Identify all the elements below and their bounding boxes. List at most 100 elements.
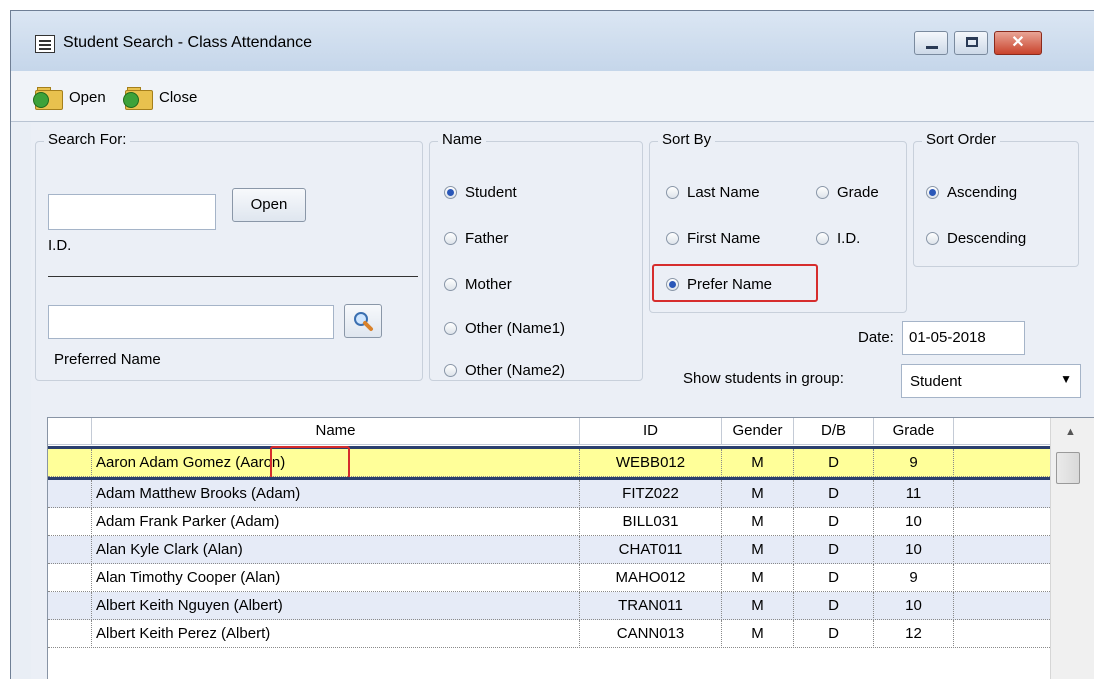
radio-selected-icon (444, 186, 457, 199)
table-row[interactable]: Albert Keith Nguyen (Albert) TRAN011 M D… (48, 592, 1050, 620)
db-cell: D (794, 620, 874, 648)
date-label: Date: (858, 329, 894, 346)
db-cell: D (794, 449, 874, 477)
radio-icon (444, 232, 457, 245)
radio-label: Student (465, 184, 517, 201)
id-cell: CHAT011 (580, 536, 722, 564)
close-icon: ✕ (1011, 34, 1025, 51)
radio-other-name1[interactable]: Other (Name1) (444, 320, 565, 337)
gender-cell: M (722, 449, 794, 477)
minimize-button[interactable] (914, 31, 948, 55)
radio-sort-id[interactable]: I.D. (816, 230, 860, 247)
radio-label: Descending (947, 230, 1027, 247)
column-header-db[interactable]: D/B (794, 418, 874, 444)
radio-mother[interactable]: Mother (444, 276, 512, 293)
id-label: I.D. (48, 237, 72, 254)
minimize-icon (926, 46, 938, 49)
date-input[interactable]: 01-05-2018 (902, 321, 1025, 355)
search-button[interactable] (344, 304, 382, 338)
table-row[interactable]: Albert Keith Perez (Albert) CANN013 M D … (48, 620, 1050, 648)
table-row[interactable]: Aaron Adam Gomez (Aaron) WEBB012 M D 9 (48, 446, 1050, 479)
grade-cell: 10 (874, 592, 954, 620)
table-row[interactable]: Adam Frank Parker (Adam) BILL031 M D 10 (48, 508, 1050, 536)
close-toolbar-button[interactable]: Close (123, 84, 197, 110)
radio-label: First Name (687, 230, 761, 247)
column-header-id[interactable]: ID (580, 418, 722, 444)
id-cell: BILL031 (580, 508, 722, 536)
name-cell: Albert Keith Perez (Albert) (92, 620, 580, 648)
row-selector[interactable] (48, 592, 92, 620)
id-cell: FITZ022 (580, 480, 722, 508)
full-name: Aaron Adam Gomez (96, 454, 236, 471)
radio-sort-first-name[interactable]: First Name (666, 230, 760, 247)
radio-student[interactable]: Student (444, 184, 517, 201)
table-row[interactable]: Adam Matthew Brooks (Adam) FITZ022 M D 1… (48, 480, 1050, 508)
title-bar[interactable]: Student Search - Class Attendance ✕ (11, 11, 1094, 71)
radio-other-name2[interactable]: Other (Name2) (444, 362, 565, 379)
grade-cell: 10 (874, 536, 954, 564)
close-folder-icon (123, 84, 153, 110)
column-header-grade[interactable]: Grade (874, 418, 954, 444)
column-header-gender[interactable]: Gender (722, 418, 794, 444)
scroll-up-arrow-icon[interactable]: ▲ (1065, 426, 1076, 438)
row-selector[interactable] (48, 564, 92, 592)
preferred-name-highlight (270, 446, 350, 479)
close-label: Close (159, 88, 198, 106)
row-selector[interactable] (48, 508, 92, 536)
radio-label: I.D. (837, 230, 861, 247)
search-panel: Search For: Open I.D. Preferred Name Nam… (31, 123, 1094, 679)
radio-icon (666, 186, 679, 199)
sort-by-group: Sort By Last Name Grade First Name I.D. … (649, 131, 907, 313)
name-cell: Adam Matthew Brooks (Adam) (92, 480, 580, 508)
grade-cell: 10 (874, 508, 954, 536)
vertical-scrollbar[interactable]: ▲ (1050, 418, 1094, 679)
row-selector[interactable] (48, 449, 92, 477)
radio-icon (926, 232, 939, 245)
grade-cell: 12 (874, 620, 954, 648)
window-title: Student Search - Class Attendance (63, 34, 313, 51)
row-selector[interactable] (48, 620, 92, 648)
radio-icon (444, 322, 457, 335)
name-cell: Adam Frank Parker (Adam) (92, 508, 580, 536)
close-window-button[interactable]: ✕ (994, 31, 1042, 55)
table-row[interactable]: Alan Kyle Clark (Alan) CHAT011 M D 10 (48, 536, 1050, 564)
radio-descending[interactable]: Descending (926, 230, 1026, 247)
name-cell: Alan Kyle Clark (Alan) (92, 536, 580, 564)
search-icon (354, 312, 373, 331)
gender-cell: M (722, 592, 794, 620)
radio-selected-icon (926, 186, 939, 199)
maximize-icon (966, 37, 978, 47)
radio-sort-last-name[interactable]: Last Name (666, 184, 760, 201)
gender-cell: M (722, 536, 794, 564)
gender-cell: M (722, 480, 794, 508)
table-row[interactable]: Alan Timothy Cooper (Alan) MAHO012 M D 9 (48, 564, 1050, 592)
open-toolbar-button[interactable]: Open (33, 84, 106, 110)
search-for-group: Search For: Open I.D. Preferred Name (35, 131, 423, 381)
student-search-window: Student Search - Class Attendance ✕ Open… (10, 10, 1094, 679)
row-selector[interactable] (48, 536, 92, 564)
row-selector[interactable] (48, 480, 92, 508)
student-results-grid: Name ID Gender D/B Grade Aaron Adam Gome… (47, 417, 1094, 679)
id-search-input[interactable] (48, 194, 216, 230)
preferred-name-input[interactable] (48, 305, 334, 339)
open-id-button[interactable]: Open (232, 188, 306, 222)
column-header-name[interactable]: Name (92, 418, 580, 444)
scroll-thumb[interactable] (1056, 452, 1080, 484)
db-cell: D (794, 592, 874, 620)
open-folder-icon (33, 84, 63, 110)
radio-sort-grade[interactable]: Grade (816, 184, 879, 201)
radio-father[interactable]: Father (444, 230, 508, 247)
group-filter-select[interactable]: Student ▼ (901, 364, 1081, 398)
id-cell: CANN013 (580, 620, 722, 648)
db-cell: D (794, 508, 874, 536)
radio-label: Other (Name2) (465, 362, 566, 379)
open-label: Open (69, 88, 106, 106)
radio-label: Ascending (947, 184, 1018, 201)
radio-ascending[interactable]: Ascending (926, 184, 1017, 201)
radio-icon (816, 232, 829, 245)
radio-icon (666, 232, 679, 245)
radio-icon (444, 364, 457, 377)
db-cell: D (794, 480, 874, 508)
maximize-button[interactable] (954, 31, 988, 55)
db-cell: D (794, 564, 874, 592)
